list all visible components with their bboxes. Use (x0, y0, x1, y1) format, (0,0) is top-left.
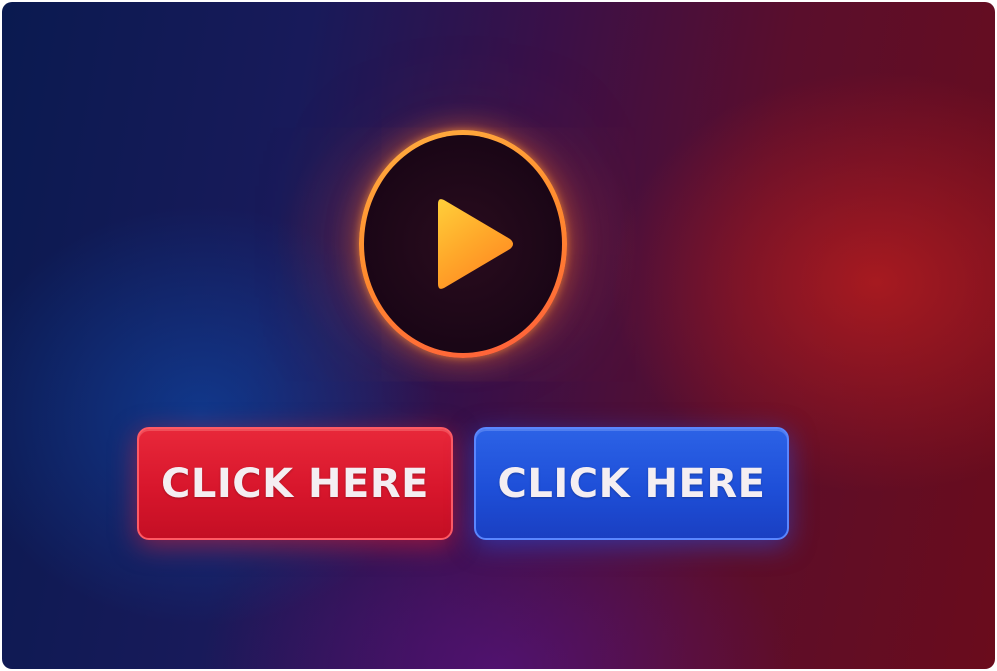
click-here-label: CLICK HERE (161, 460, 429, 507)
video-banner: CLICK HERE CLICK HERE (2, 2, 995, 669)
play-button[interactable] (359, 130, 567, 358)
click-here-button-blue[interactable]: CLICK HERE (474, 427, 789, 540)
click-here-label: CLICK HERE (497, 460, 766, 507)
click-here-button-red[interactable]: CLICK HERE (137, 427, 453, 540)
play-icon (438, 199, 513, 289)
